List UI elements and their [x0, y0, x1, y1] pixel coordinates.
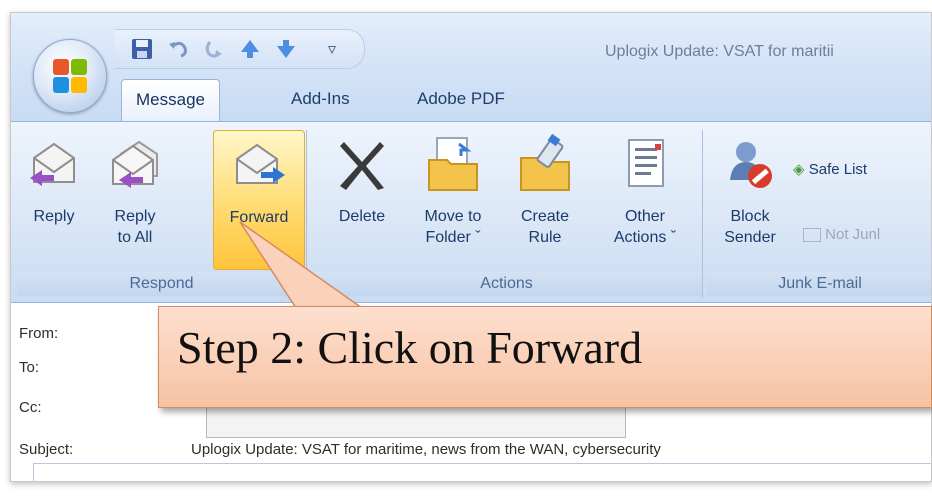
actions-group-label: Actions: [311, 272, 702, 296]
safe-lists-icon: ◈: [793, 161, 805, 178]
step-callout: Step 2: Click on Forward: [158, 306, 932, 408]
cc-label: Cc:: [19, 399, 42, 416]
tab-message[interactable]: Message: [121, 79, 220, 123]
delete-icon: [332, 134, 392, 194]
safe-lists-button[interactable]: ◈ Safe List: [793, 160, 867, 178]
office-logo-icon: [53, 59, 89, 95]
callout-text: Step 2: Click on Forward: [177, 322, 643, 373]
reply-icon: [24, 134, 84, 194]
block-sender-button[interactable]: Block Sender: [713, 130, 787, 270]
next-item-icon[interactable]: [273, 36, 299, 62]
office-button[interactable]: [33, 39, 107, 113]
not-junk-icon: [803, 228, 821, 243]
title-bar: ▿ Uplogix Update: VSAT for maritii Messa…: [11, 13, 931, 123]
subject-label: Subject:: [19, 441, 74, 458]
subject-value: Uplogix Update: VSAT for maritime, news …: [191, 441, 661, 458]
forward-button[interactable]: Forward: [213, 130, 305, 270]
message-body[interactable]: [33, 463, 931, 481]
redo-icon[interactable]: [201, 36, 227, 62]
delete-button[interactable]: Delete: [325, 130, 399, 270]
ribbon: Reply Reply to All Forward Respond Delet…: [11, 121, 931, 303]
save-icon[interactable]: [129, 36, 155, 62]
forward-icon: [229, 135, 289, 195]
reply-button[interactable]: Reply: [19, 130, 89, 270]
undo-icon[interactable]: [165, 36, 191, 62]
customize-qat-icon[interactable]: ▿: [319, 36, 345, 62]
actions-group: Delete Move to Folder ˇ Create Rule Othe…: [311, 130, 703, 298]
previous-item-icon[interactable]: [237, 36, 263, 62]
junk-email-group: Block Sender ◈ Safe List Not Junl Junk E…: [707, 130, 931, 298]
respond-group: Reply Reply to All Forward Respond: [17, 130, 307, 298]
other-actions-button[interactable]: Other Actions ˇ: [597, 130, 693, 270]
reply-all-icon: [105, 134, 165, 194]
from-label: From:: [19, 325, 59, 342]
block-sender-icon: [720, 134, 780, 194]
quick-access-toolbar: ▿: [115, 29, 365, 69]
not-junk-button[interactable]: Not Junl: [803, 226, 880, 243]
move-to-folder-button[interactable]: Move to Folder ˇ: [411, 130, 495, 270]
tab-adobe-pdf[interactable]: Adobe PDF: [403, 79, 519, 119]
tab-add-ins[interactable]: Add-Ins: [277, 79, 364, 119]
outlook-message-window: ▿ Uplogix Update: VSAT for maritii Messa…: [10, 12, 932, 482]
to-label: To:: [19, 359, 40, 376]
create-rule-icon: [515, 133, 575, 194]
window-title: Uplogix Update: VSAT for maritii: [605, 43, 834, 60]
reply-all-button[interactable]: Reply to All: [93, 130, 177, 270]
respond-group-label: Respond: [17, 272, 306, 296]
junk-email-group-label: Junk E-mail: [707, 272, 931, 296]
move-to-folder-icon: [423, 134, 483, 194]
other-actions-icon: [615, 134, 675, 194]
create-rule-button[interactable]: Create Rule: [505, 130, 585, 270]
